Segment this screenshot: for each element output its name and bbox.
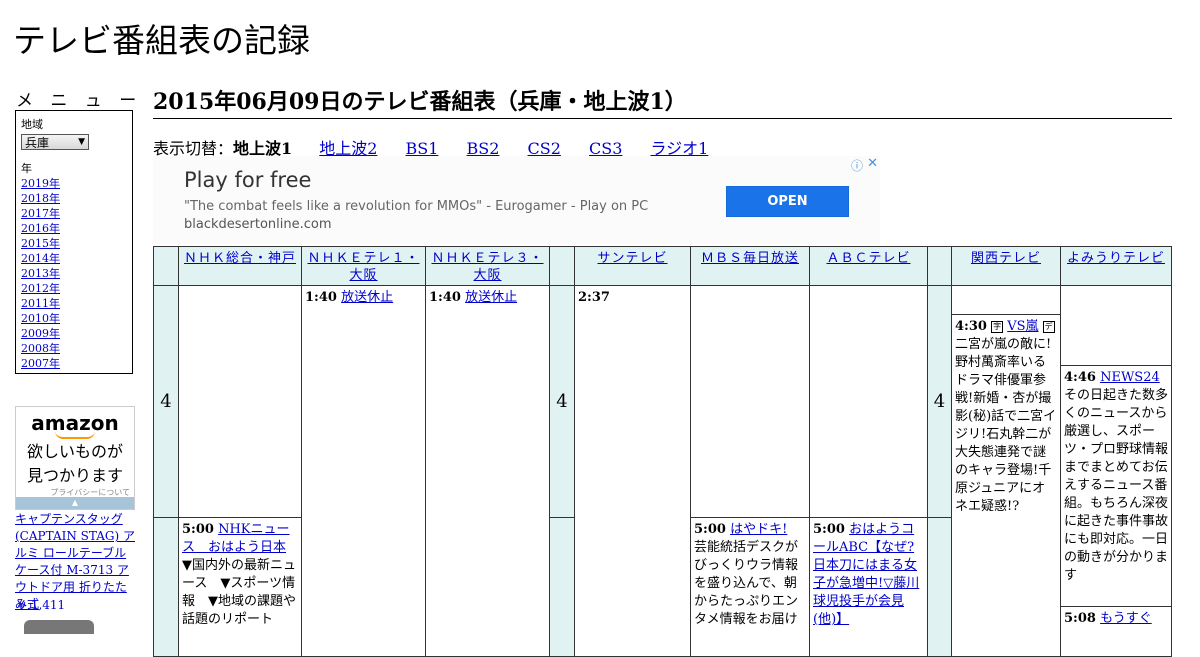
channel-link-etele1[interactable]: ＮＨＫＥテレ１・大阪	[307, 251, 419, 283]
program-desc: ▼国内外の最新ニュース ▼スポーツ情報 ▼地域の課題や話題のリポート	[182, 558, 296, 627]
program-mbs-0500: 5:00 はやドキ! 芸能統括デスクがびっくりウラ情報を盛り込んで、朝からたっぷ…	[690, 517, 810, 657]
ad-open-button[interactable]: OPEN	[726, 186, 849, 217]
dropdown-arrow-icon: ▼	[78, 137, 85, 147]
broadcast-icon: 字	[991, 320, 1004, 333]
channel-header-mbs: ＭＢＳ毎日放送	[690, 246, 810, 286]
channel-header-sun: サンテレビ	[574, 246, 691, 286]
program-title-link[interactable]: 放送休止	[341, 290, 393, 305]
ad-close-icon[interactable]: ✕	[867, 156, 878, 171]
program-desc: その日起きた数多くのニュースから厳選し、スポーツ・プロ野球情報までまとめてお伝え…	[1064, 388, 1169, 583]
menu-heading: メ ニ ュ ー	[16, 91, 143, 111]
hour-cell-5c	[927, 517, 952, 657]
program-abc-0500: 5:00 おはようコールABC【なぜ?日本刀にはまる女子が急増中!▽藤川球児投手…	[809, 517, 928, 657]
program-cell-empty	[951, 285, 1061, 315]
program-time: 1:40	[429, 290, 461, 305]
hour-cell-4b: 4	[549, 285, 575, 518]
program-time: 1:40	[305, 290, 337, 305]
program-etele1-0140: 1:40 放送休止	[301, 285, 426, 657]
year-link-2019[interactable]: 2019年	[21, 176, 127, 191]
amazon-ad[interactable]: amazon 欲しいものが 見つかります プライバシーについて ▲	[15, 406, 135, 510]
year-label: 年	[21, 162, 32, 175]
program-sun-0237: 2:37	[574, 285, 691, 657]
ad-info-icon[interactable]: ⓘ	[851, 157, 863, 174]
year-link-2015[interactable]: 2015年	[21, 236, 127, 251]
year-link-2016[interactable]: 2016年	[21, 221, 127, 236]
year-link-2009[interactable]: 2009年	[21, 326, 127, 341]
year-link-2017[interactable]: 2017年	[21, 206, 127, 221]
ad-headline[interactable]: Play for free	[184, 168, 311, 192]
page-heading: 2015年06月09日のテレビ番組表（兵庫・地上波1）	[153, 84, 1172, 119]
program-kantele-0430: 4:30 字 VS嵐 デ 二宮が嵐の敵に!野村萬斎率いるドラマ俳優軍参戦!新婚・…	[951, 314, 1061, 657]
year-link-2014[interactable]: 2014年	[21, 251, 127, 266]
amazon-logo: amazon	[31, 411, 119, 435]
channel-link-ytv[interactable]: よみうりテレビ	[1067, 251, 1165, 266]
ad-domain: blackdesertonline.com	[184, 217, 332, 232]
region-label: 地域	[21, 118, 43, 131]
channel-link-etele3[interactable]: ＮＨＫＥテレ３・大阪	[431, 251, 543, 283]
channel-header-nhk-sogo: ＮＨＫ総合・神戸	[178, 246, 302, 286]
program-ytv-0446: 4:46 NEWS24 その日起きた数多くのニュースから厳選し、スポーツ・プロ野…	[1060, 365, 1172, 607]
program-cell-empty	[178, 285, 302, 518]
program-time: 5:00	[182, 522, 214, 537]
hour-header	[153, 246, 179, 286]
ad-description: "The combat feels like a revolution for …	[184, 199, 649, 214]
program-title-link[interactable]: NEWS24	[1100, 370, 1160, 385]
year-link-2013[interactable]: 2013年	[21, 266, 127, 281]
hour-cell-4c: 4	[927, 285, 952, 518]
channel-link-sun[interactable]: サンテレビ	[597, 251, 667, 266]
program-time: 5:08	[1064, 611, 1096, 626]
channel-link-kantele[interactable]: 関西テレビ	[971, 251, 1041, 266]
program-cell-empty	[809, 285, 928, 518]
channel-header-kantele: 関西テレビ	[951, 246, 1061, 286]
banner-ad[interactable]: Play for free "The combat feels like a r…	[153, 156, 880, 244]
program-etele3-0140: 1:40 放送休止	[425, 285, 550, 657]
product-image[interactable]	[24, 620, 94, 634]
hour-cell-4: 4	[153, 285, 179, 518]
year-link-2018[interactable]: 2018年	[21, 191, 127, 206]
channel-header-etele1: ＮＨＫＥテレ１・大阪	[301, 246, 426, 286]
program-nhk-0500: 5:00 NHKニュース おはよう日本 ▼国内外の最新ニュース ▼スポーツ情報 …	[178, 517, 302, 657]
program-time: 5:00	[813, 522, 845, 537]
program-desc: 二宮が嵐の敵に!野村萬斎率いるドラマ俳優軍参戦!新婚・杏が撮影(秘)話で二宮イジ…	[955, 337, 1057, 514]
amazon-scroll-up-icon[interactable]: ▲	[16, 497, 134, 509]
channel-header-abc: ＡＢＣテレビ	[809, 246, 928, 286]
channel-header-etele3: ＮＨＫＥテレ３・大阪	[425, 246, 550, 286]
channel-link-nhk-sogo[interactable]: ＮＨＫ総合・神戸	[184, 251, 296, 266]
region-value: 兵庫	[25, 135, 50, 150]
program-title-link[interactable]: VS嵐	[1007, 319, 1038, 334]
program-title-link[interactable]: はやドキ!	[730, 522, 787, 537]
region-select[interactable]: 兵庫 ▼	[21, 134, 89, 150]
program-title-link[interactable]: おはようコールABC【なぜ?日本刀にはまる女子が急増中!▽藤川球児投手が会見(他…	[813, 522, 919, 627]
hour-cell-5	[153, 517, 179, 657]
program-ytv-0508: 5:08 もうすぐ	[1060, 606, 1172, 657]
channel-link-abc[interactable]: ＡＢＣテレビ	[826, 251, 910, 266]
program-cell-empty	[1060, 285, 1172, 366]
program-time: 4:30	[955, 319, 987, 334]
program-time: 4:46	[1064, 370, 1096, 385]
year-link-2010[interactable]: 2010年	[21, 311, 127, 326]
year-list: 2019年 2018年 2017年 2016年 2015年 2014年 2013…	[21, 176, 127, 371]
site-title: テレビ番組表の記録	[13, 21, 310, 60]
program-time: 2:37	[578, 290, 610, 305]
year-link-2007[interactable]: 2007年	[21, 356, 127, 371]
hour-header-3	[927, 246, 952, 286]
amazon-tagline-2: 見つかります	[26, 466, 123, 485]
amazon-tagline-1: 欲しいものが	[26, 442, 123, 461]
data-broadcast-icon: デ	[1042, 320, 1055, 333]
channel-link-mbs[interactable]: ＭＢＳ毎日放送	[701, 251, 799, 266]
program-title-link[interactable]: もうすぐ	[1100, 611, 1152, 626]
menu-box: 地域 兵庫 ▼ 年 2019年 2018年 2017年 2016年 2015年 …	[15, 110, 133, 374]
year-link-2011[interactable]: 2011年	[21, 296, 127, 311]
hour-cell-5b	[549, 517, 575, 657]
program-desc: 芸能統括デスクがびっくりウラ情報を盛り込んで、朝からたっぷりエンタメ情報をお届け	[694, 540, 799, 627]
tv-schedule-grid: ＮＨＫ総合・神戸 ＮＨＫＥテレ１・大阪 ＮＨＫＥテレ３・大阪 サンテレビ ＭＢＳ…	[153, 246, 1172, 657]
year-link-2012[interactable]: 2012年	[21, 281, 127, 296]
program-cell-empty	[690, 285, 810, 518]
year-link-2008[interactable]: 2008年	[21, 341, 127, 356]
program-title-link[interactable]: 放送休止	[465, 290, 517, 305]
hour-header-2	[549, 246, 575, 286]
program-time: 5:00	[694, 522, 726, 537]
product-price: ￥ 1,411	[15, 598, 66, 612]
channel-header-ytv: よみうりテレビ	[1060, 246, 1172, 286]
